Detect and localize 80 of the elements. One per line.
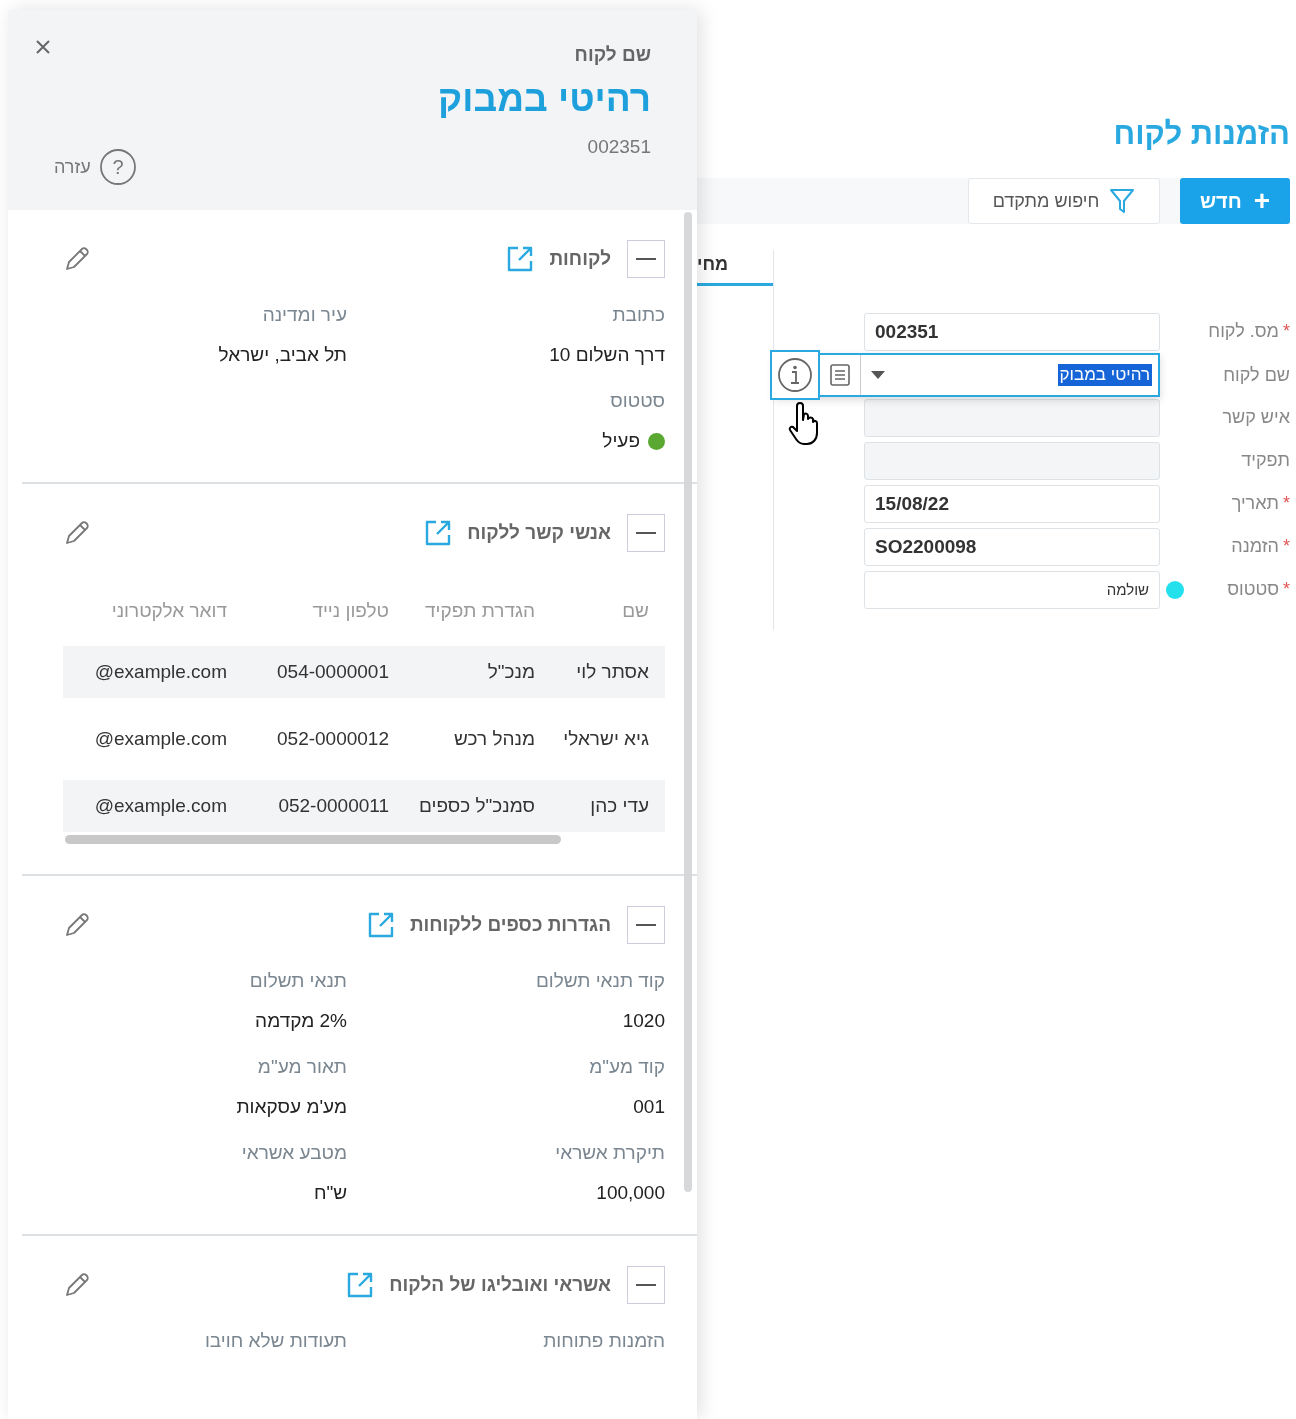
- field-label: תעודות שלא חויבו: [203, 1330, 347, 1352]
- field-label: הזמנות פתוחות: [542, 1330, 665, 1352]
- section-title: אשראי ואובליגו של הלקוח: [389, 1274, 611, 1296]
- field-value: 2% מקדמה: [255, 1010, 347, 1032]
- edit-icon[interactable]: [63, 245, 91, 273]
- field-value: דרך השלום 10: [549, 344, 665, 366]
- section-title: לקוחות: [549, 248, 611, 270]
- info-icon: [777, 357, 813, 393]
- column-header: דואר אלקטרוני: [110, 600, 227, 622]
- collapse-button[interactable]: [627, 240, 665, 278]
- field-label: תיקרת אשראי: [554, 1142, 665, 1164]
- column-header: טלפון נייד: [311, 600, 389, 622]
- field-label: מטבע אשראי: [240, 1142, 347, 1164]
- field-value: ש"ח: [313, 1182, 347, 1204]
- minus-icon: [636, 923, 656, 927]
- section-title: אנשי קשר ללקוח: [467, 522, 611, 544]
- help-button[interactable]: ? עזרה: [34, 148, 137, 186]
- minus-icon: [636, 257, 656, 261]
- filter-icon: [1109, 187, 1136, 215]
- customer-name-label: שם לקוח: [573, 44, 651, 66]
- table-cell-text: מנכ"ל: [486, 661, 535, 683]
- help-icon: ?: [98, 148, 137, 186]
- text-field[interactable]: 002351: [864, 312, 1160, 351]
- column-header: הגדרת תפקיד: [424, 600, 535, 622]
- column-header: שם: [621, 600, 650, 622]
- field-value: 001: [633, 1096, 665, 1118]
- field-value: 100,000: [596, 1182, 665, 1204]
- table-cell-text: 054-0000001: [276, 661, 389, 683]
- field-label: * תאריך: [1230, 493, 1290, 514]
- field-label: תאור מע"מ: [256, 1056, 347, 1078]
- info-button[interactable]: [770, 350, 820, 400]
- field-value: מע'מ עסקאות: [236, 1096, 347, 1118]
- table-cell-text: מנהל רכש: [453, 728, 535, 750]
- close-button[interactable]: [34, 38, 52, 56]
- horizontal-scrollbar[interactable]: [65, 835, 561, 844]
- field-value: 1020: [622, 1010, 665, 1032]
- page-title: הזמנות לקוח: [1112, 115, 1290, 153]
- field-value: פעיל: [602, 430, 640, 452]
- table-cell-text: 052-0000012: [276, 728, 389, 750]
- section-title: הגדרות כספים ללקוחות: [409, 914, 611, 936]
- table-cell-text: 052-0000011: [277, 795, 389, 817]
- list-icon: [829, 363, 851, 387]
- field-label: איש קשר: [1221, 407, 1290, 428]
- table-cell-text: גיא ישראלי: [562, 728, 650, 750]
- collapse-button[interactable]: [627, 906, 665, 944]
- edit-icon[interactable]: [63, 519, 91, 547]
- field-value: תל אביב, ישראל: [218, 344, 347, 366]
- table-cell-text: אסתר לוי: [575, 661, 650, 683]
- edit-icon[interactable]: [63, 911, 91, 939]
- advanced-search-button[interactable]: חיפוש מתקדם: [968, 178, 1160, 224]
- field-label: תנאי תשלום: [248, 970, 347, 992]
- collapse-button[interactable]: [627, 1266, 665, 1304]
- selected-text: רהיטי במבוק: [1057, 364, 1152, 386]
- text-field[interactable]: 15/08/22: [864, 484, 1160, 523]
- field-label: * מס. לקוח: [1207, 321, 1290, 342]
- field-label: תפקיד: [1240, 450, 1290, 471]
- field-label: קוד תנאי תשלום: [534, 970, 665, 992]
- customer-name: רהיטי במבוק: [438, 78, 651, 120]
- text-field[interactable]: שולמה: [864, 570, 1160, 609]
- customer-number: 002351: [586, 136, 651, 158]
- edit-icon[interactable]: [63, 1271, 91, 1299]
- field-label: * סטטוס: [1226, 579, 1290, 600]
- field-label: * הזמנה: [1230, 536, 1290, 557]
- field-label: קוד מע"מ: [588, 1056, 665, 1078]
- table-cell-text: @example.com: [93, 795, 227, 817]
- text-field[interactable]: SO2200098: [864, 527, 1160, 566]
- close-icon: [35, 39, 51, 55]
- collapse-button[interactable]: [627, 514, 665, 552]
- minus-icon: [636, 531, 656, 535]
- table-cell-text: @example.com: [93, 728, 227, 750]
- vertical-scrollbar[interactable]: [684, 212, 692, 1192]
- field-label: סטטוס: [609, 390, 665, 412]
- field-label: כתובת: [611, 304, 665, 326]
- table-cell-text: עדי כהן: [589, 795, 650, 817]
- table-cell-text: סמנכ"ל כספים: [417, 795, 535, 817]
- field-label: עיר ומדינה: [261, 304, 347, 326]
- field-label: שם לקוח: [1222, 364, 1290, 386]
- minus-icon: [636, 1283, 656, 1287]
- table-cell-text: @example.com: [93, 661, 227, 683]
- caret-icon: [871, 371, 885, 379]
